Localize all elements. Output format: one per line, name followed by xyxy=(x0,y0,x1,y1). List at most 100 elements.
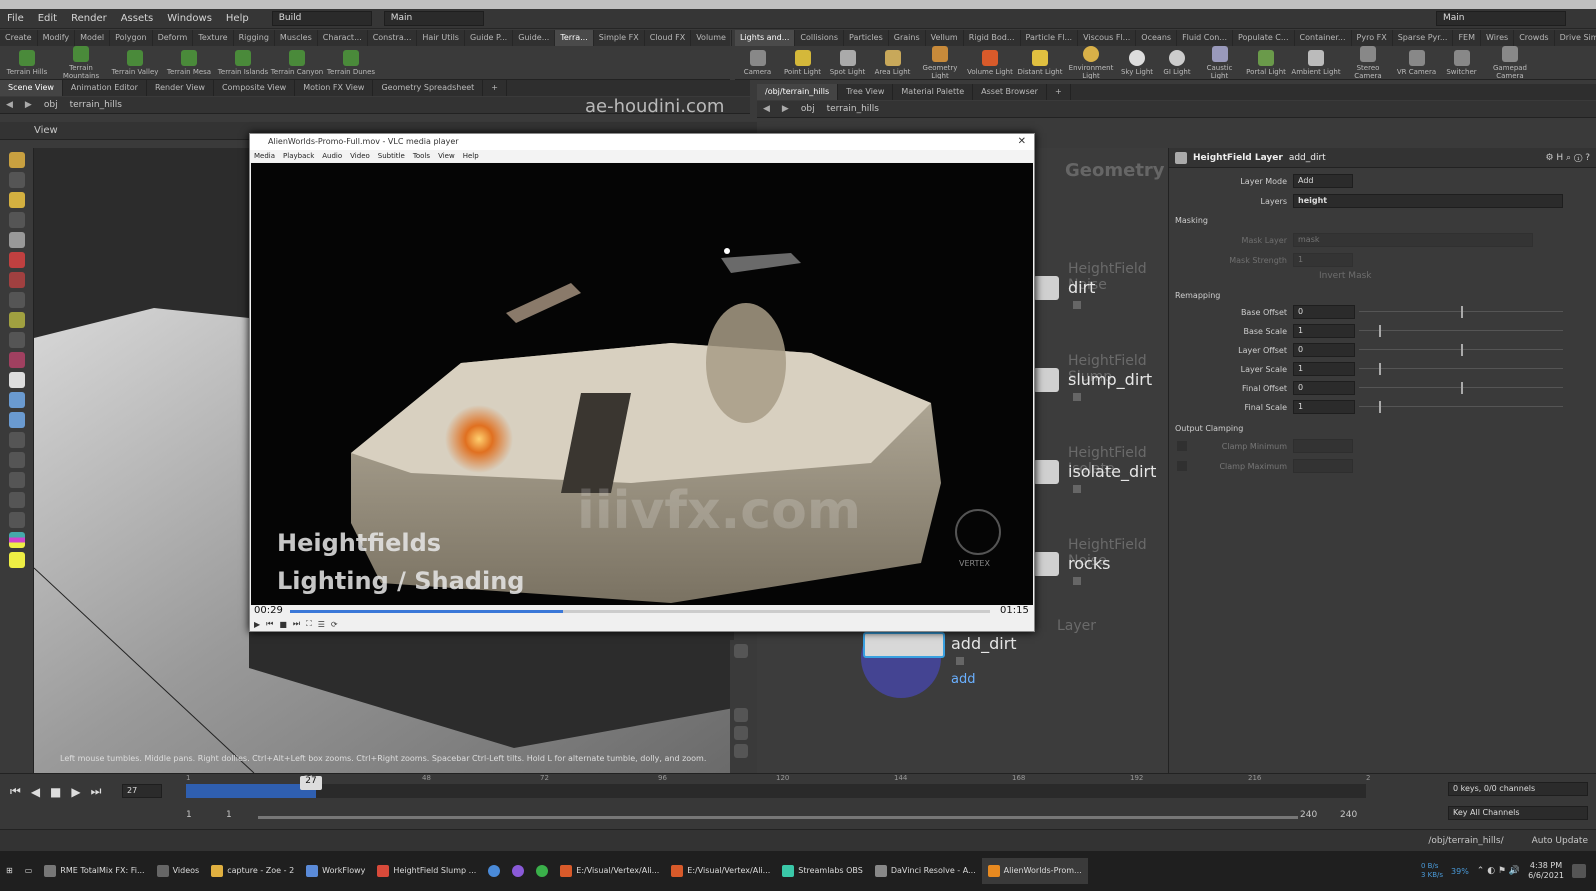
lock-icon[interactable] xyxy=(8,232,25,248)
taskbar-app[interactable]: capture - Zoe - 2 xyxy=(205,858,300,884)
slider-handle[interactable] xyxy=(1379,363,1381,375)
shelf-tab[interactable]: Rigid Bod... xyxy=(964,30,1021,46)
node-rocks[interactable] xyxy=(1033,552,1059,576)
play-icon[interactable]: ▶ xyxy=(254,620,260,629)
remap-slider[interactable] xyxy=(1359,343,1563,357)
shelf-tab[interactable]: Sparse Pyr... xyxy=(1393,30,1454,46)
shelf-tab[interactable]: Vellum xyxy=(926,30,964,46)
terrain-tool[interactable]: Terrain Mountains xyxy=(54,45,108,80)
back-arrow-icon[interactable]: ◀ xyxy=(0,100,19,110)
shelf-tab[interactable]: Container... xyxy=(1295,30,1352,46)
gear-icon[interactable]: ⚙ H ⌕ ⓘ ? xyxy=(1545,153,1596,163)
lock-icon[interactable] xyxy=(956,657,964,665)
highlight-icon[interactable] xyxy=(8,552,25,568)
node-isolate-dirt[interactable] xyxy=(1033,460,1059,484)
menu-help[interactable]: Help xyxy=(219,9,256,29)
shelf-tab[interactable]: Oceans xyxy=(1136,30,1178,46)
playlist-icon[interactable]: ☰ xyxy=(318,620,325,629)
timeline-ruler[interactable] xyxy=(186,784,1366,798)
tab-scene-view[interactable]: Scene View xyxy=(0,80,63,96)
stop-icon[interactable]: ■ xyxy=(279,620,287,629)
shelf-tab[interactable]: Fluid Con... xyxy=(1177,30,1233,46)
layer-mode-select[interactable]: Add xyxy=(1293,174,1353,188)
shelf-tab[interactable]: Guide P... xyxy=(465,30,514,46)
vlc-menu-item[interactable]: Video xyxy=(346,152,374,160)
light-tool[interactable]: Point Light xyxy=(780,49,825,76)
back-arrow-icon[interactable]: ◀ xyxy=(757,104,776,114)
status-path[interactable]: /obj/terrain_hills/ xyxy=(1420,836,1511,846)
terrain-tool[interactable]: Terrain Valley xyxy=(108,49,162,76)
close-icon[interactable]: ✕ xyxy=(1018,136,1026,147)
slider-handle[interactable] xyxy=(1379,325,1381,337)
prev-icon[interactable]: ⏮ xyxy=(266,619,273,629)
parm-node-name[interactable]: add_dirt xyxy=(1289,153,1326,163)
tray-icons[interactable]: ⌃ ◐ ⚑ 🔊 xyxy=(1477,866,1520,876)
shelf-tab[interactable]: Muscles xyxy=(275,30,318,46)
camera-icon[interactable] xyxy=(734,744,748,758)
vlc-menu-item[interactable]: Media xyxy=(250,152,279,160)
current-frame-marker[interactable]: 27 xyxy=(300,776,322,790)
brush-icon[interactable] xyxy=(8,312,25,328)
right-desk-dropdown[interactable]: Main xyxy=(1436,11,1566,26)
handle-tool-icon[interactable] xyxy=(8,192,25,208)
remap-slider[interactable] xyxy=(1359,324,1563,338)
stop-icon[interactable]: ■ xyxy=(50,785,61,799)
select-tool-icon[interactable] xyxy=(8,152,25,168)
lock-icon[interactable] xyxy=(1073,485,1081,493)
shelf-tab[interactable]: Drive Sim... xyxy=(1555,30,1596,46)
tab-geometry-spreadsheet[interactable]: Geometry Spreadsheet xyxy=(373,80,484,96)
light-tool[interactable]: Portal Light xyxy=(1242,49,1290,76)
vlc-menu-item[interactable]: Subtitle xyxy=(374,152,409,160)
camera-tool[interactable]: Gamepad Camera xyxy=(1484,46,1536,79)
tab-material-palette[interactable]: Material Palette xyxy=(893,84,974,100)
cursor-icon[interactable] xyxy=(8,412,25,428)
breadcrumb-node[interactable]: terrain_hills xyxy=(821,104,885,114)
taskbar-pinned[interactable] xyxy=(530,858,554,884)
remap-slider[interactable] xyxy=(1359,362,1563,376)
shelf-tab-active[interactable]: Terra... xyxy=(555,30,594,46)
remap-field[interactable]: 1 xyxy=(1293,400,1355,414)
tab-asset-browser[interactable]: Asset Browser xyxy=(973,84,1047,100)
lock-icon[interactable] xyxy=(1073,393,1081,401)
shelf-tab[interactable]: Charact... xyxy=(318,30,368,46)
camera-tool[interactable]: Stereo Camera xyxy=(1342,46,1394,79)
menu-render[interactable]: Render xyxy=(64,9,114,29)
display-option-icon[interactable] xyxy=(734,644,748,658)
shelf-tab[interactable]: Texture xyxy=(193,30,234,46)
main-dropdown[interactable]: Main xyxy=(383,11,484,26)
terrain-tool[interactable]: Terrain Mesa xyxy=(162,49,216,76)
shelf-tab[interactable]: Model xyxy=(75,30,111,46)
taskbar-app[interactable]: E:/Visual/Vertex/Ali... xyxy=(554,858,665,884)
tab-animation-editor[interactable]: Animation Editor xyxy=(63,80,147,96)
node-dirt[interactable] xyxy=(1033,276,1059,300)
range-slider[interactable] xyxy=(258,816,1298,819)
taskbar-app[interactable]: DaVinci Resolve - A... xyxy=(869,858,982,884)
menu-edit[interactable]: Edit xyxy=(31,9,64,29)
lock-icon[interactable] xyxy=(1073,301,1081,309)
shelf-tab[interactable]: Simple FX xyxy=(594,30,645,46)
shelf-tab[interactable]: Modify xyxy=(38,30,76,46)
slider-handle[interactable] xyxy=(1461,382,1463,394)
auto-update-dropdown[interactable]: Auto Update xyxy=(1512,836,1596,846)
shelf-tab[interactable]: Wires xyxy=(1481,30,1515,46)
clamp-min-checkbox[interactable] xyxy=(1177,441,1187,451)
shelf-tab[interactable]: Hair Utils xyxy=(417,30,465,46)
light-tool[interactable]: Distant Light xyxy=(1015,49,1065,76)
clock[interactable]: 4:38 PM 6/6/2021 xyxy=(1528,861,1564,881)
play-icon[interactable]: ▶ xyxy=(71,785,80,799)
clamp-max-field[interactable] xyxy=(1293,459,1353,473)
remap-field[interactable]: 0 xyxy=(1293,343,1355,357)
vlc-menu-item[interactable]: Audio xyxy=(318,152,346,160)
light-tool[interactable]: Ambient Light xyxy=(1290,49,1342,76)
view-icon[interactable] xyxy=(8,332,25,348)
slider-handle[interactable] xyxy=(1379,401,1381,413)
snap-icon[interactable] xyxy=(8,272,25,288)
forward-arrow-icon[interactable]: ▶ xyxy=(19,100,38,110)
grid-icon[interactable] xyxy=(8,292,25,308)
light-tool[interactable]: Spot Light xyxy=(825,49,870,76)
cart-icon[interactable] xyxy=(8,512,25,528)
jump-start-icon[interactable]: ⏮ xyxy=(10,784,21,799)
clamp-min-field[interactable] xyxy=(1293,439,1353,453)
remap-field[interactable]: 1 xyxy=(1293,362,1355,376)
tab-network[interactable]: /obj/terrain_hills xyxy=(757,84,839,100)
